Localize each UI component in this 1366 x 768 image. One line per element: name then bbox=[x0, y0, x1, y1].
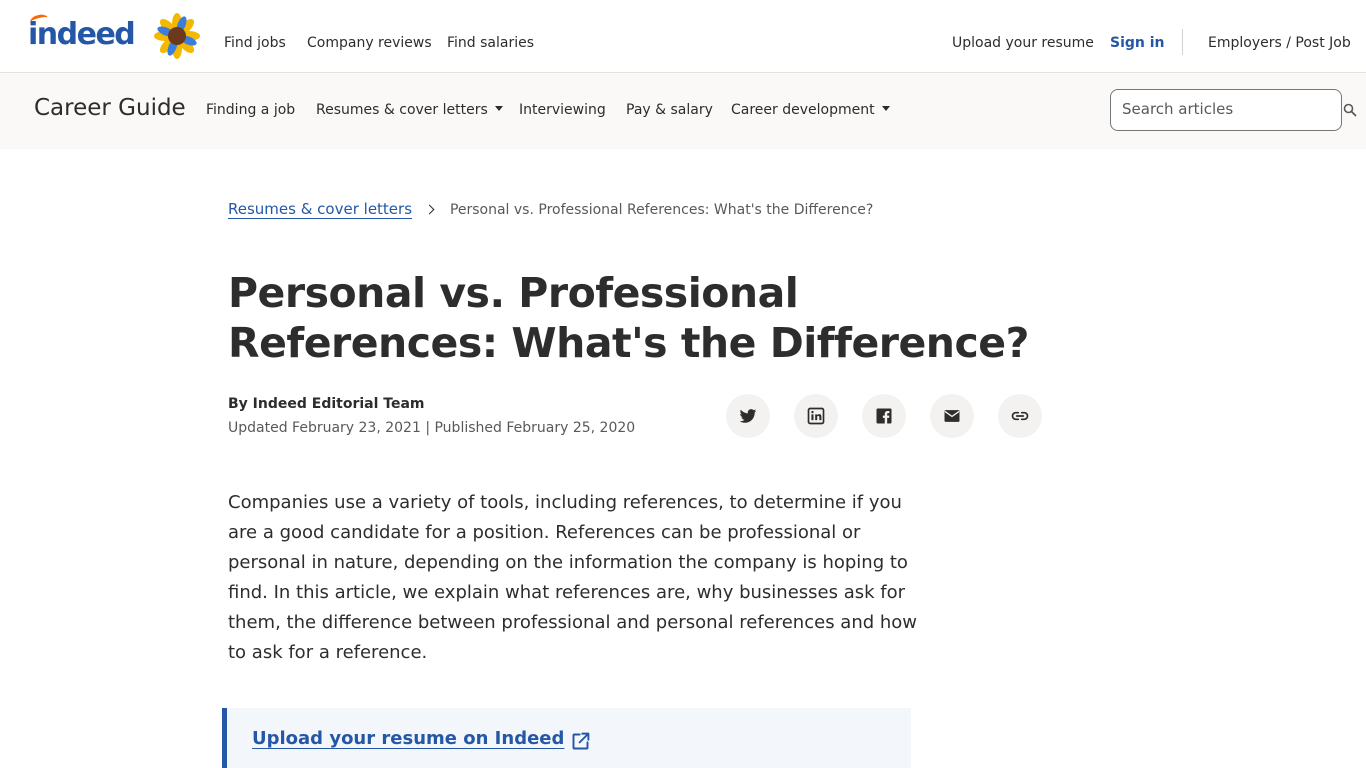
caret-down-icon bbox=[881, 105, 890, 111]
article-intro: Companies use a variety of tools, includ… bbox=[228, 492, 918, 663]
chevron-right-icon bbox=[425, 204, 435, 215]
share-linkedin-button[interactable] bbox=[794, 394, 838, 438]
career-guide-title[interactable]: Career Guide bbox=[34, 93, 186, 123]
upload-resume-link[interactable]: Upload your resume bbox=[952, 33, 1094, 53]
breadcrumb-current: Personal vs. Professional References: Wh… bbox=[449, 202, 874, 218]
article-dates: Updated February 23, 2021 | Published Fe… bbox=[228, 420, 636, 436]
guide-nav-label: Finding a job bbox=[206, 102, 296, 118]
sign-in-link[interactable]: Sign in bbox=[1110, 33, 1165, 53]
breadcrumb-parent-link[interactable]: Resumes & cover letters bbox=[228, 200, 412, 218]
indeed-logo[interactable]: indeed bbox=[28, 12, 136, 52]
page-title: Personal vs. Professional References: Wh… bbox=[228, 269, 1029, 367]
search-input[interactable] bbox=[1122, 100, 1332, 118]
employers-post-job-link[interactable]: Employers / Post Job bbox=[1208, 33, 1351, 53]
nav-company-reviews[interactable]: Company reviews bbox=[307, 33, 432, 53]
search-box bbox=[1110, 89, 1342, 131]
guide-nav-pay-salary[interactable]: Pay & salary bbox=[626, 100, 713, 120]
upload-resume-callout-link[interactable]: Upload your resume on Indeed bbox=[252, 726, 564, 752]
share-copy-link-button[interactable] bbox=[998, 394, 1042, 438]
share-email-button[interactable] bbox=[930, 394, 974, 438]
guide-nav-label: Resumes & cover letters bbox=[316, 102, 488, 118]
caret-down-icon bbox=[494, 105, 503, 111]
guide-nav-label: Pay & salary bbox=[626, 102, 713, 118]
nav-find-jobs[interactable]: Find jobs bbox=[224, 33, 286, 53]
share-facebook-button[interactable] bbox=[862, 394, 906, 438]
sunflower-icon bbox=[154, 13, 200, 59]
twitter-icon bbox=[739, 409, 757, 423]
guide-nav-label: Career development bbox=[731, 102, 875, 118]
article-byline: By Indeed Editorial Team bbox=[228, 396, 425, 412]
search-icon[interactable] bbox=[1343, 103, 1357, 117]
email-icon bbox=[944, 410, 960, 422]
guide-nav-label: Interviewing bbox=[519, 102, 606, 118]
guide-nav-resumes[interactable]: Resumes & cover letters bbox=[316, 100, 503, 120]
linkedin-icon bbox=[807, 407, 825, 425]
guide-nav-interviewing[interactable]: Interviewing bbox=[519, 100, 606, 120]
top-navigation: indeed Find jobs Company reviews Find sa… bbox=[0, 0, 1366, 73]
nav-divider bbox=[1182, 29, 1183, 55]
nav-find-salaries[interactable]: Find salaries bbox=[447, 33, 534, 53]
facebook-icon bbox=[876, 408, 892, 424]
guide-nav-career-development[interactable]: Career development bbox=[731, 100, 890, 120]
link-icon bbox=[1011, 411, 1029, 421]
external-link-icon[interactable] bbox=[570, 731, 591, 752]
guide-nav-finding-a-job[interactable]: Finding a job bbox=[206, 100, 295, 120]
breadcrumb: Resumes & cover letters Personal vs. Pro… bbox=[228, 199, 873, 220]
share-twitter-button[interactable] bbox=[726, 394, 770, 438]
